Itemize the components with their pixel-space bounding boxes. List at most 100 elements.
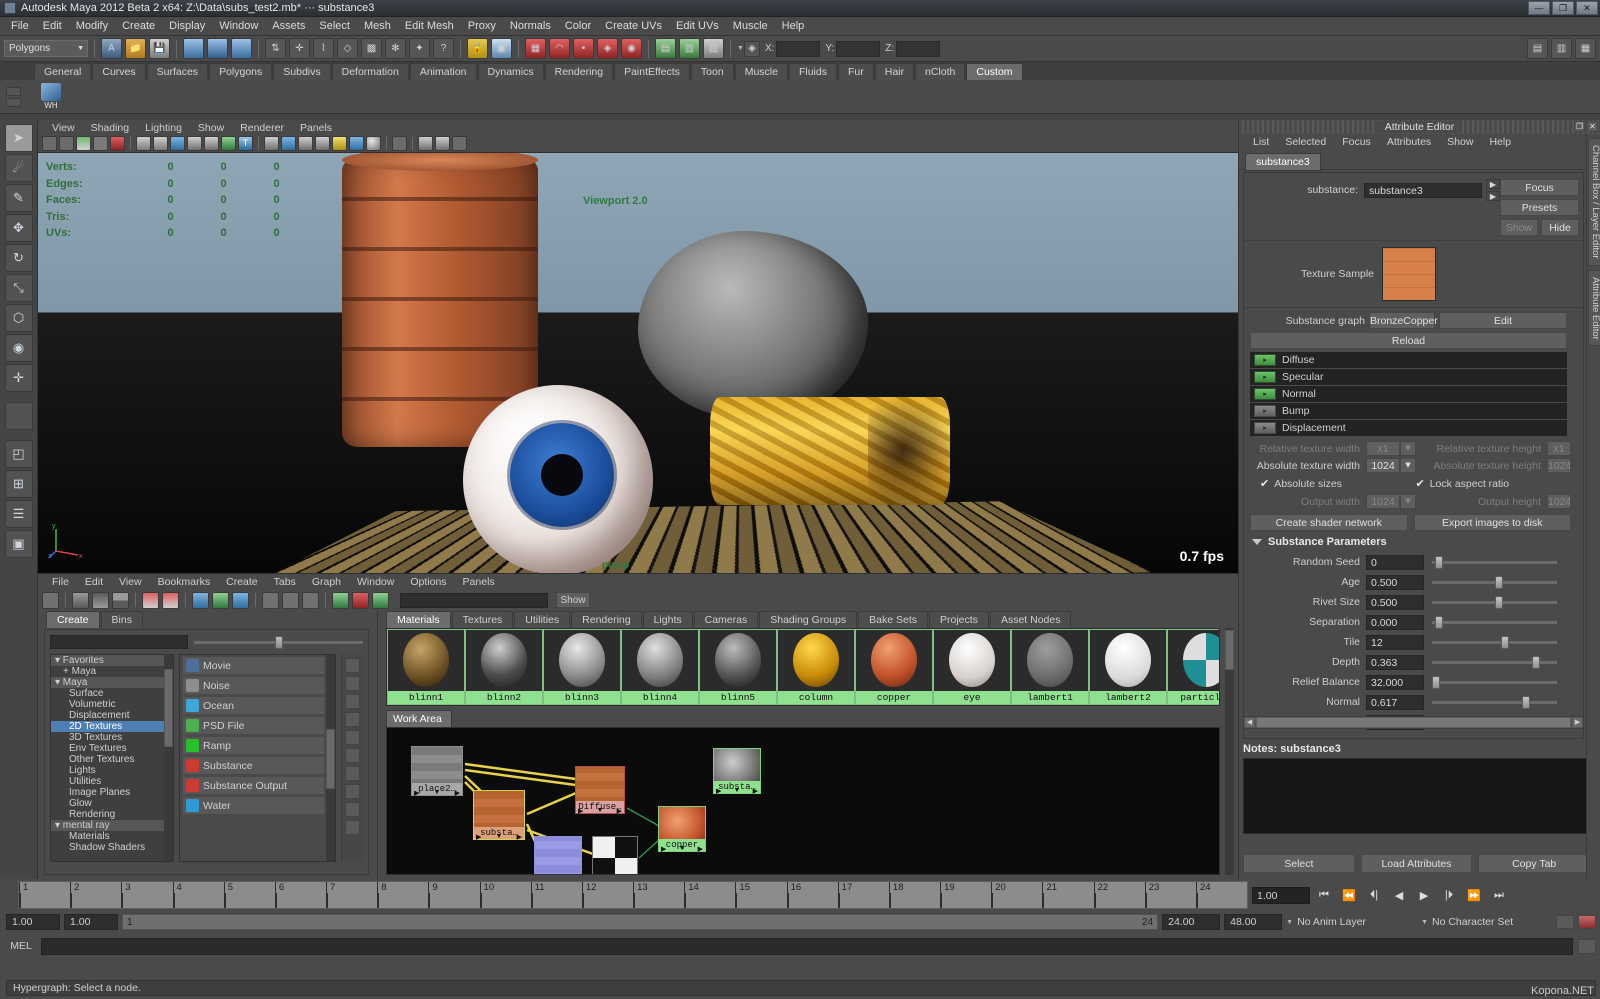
- material-swatch-lambert1[interactable]: lambert1: [1011, 629, 1089, 705]
- step-forward-keyframe-button[interactable]: ⏩: [1463, 886, 1485, 904]
- tree-item-utilities[interactable]: Utilities: [51, 776, 173, 787]
- create-filter-input[interactable]: [50, 635, 188, 649]
- rearrange-graph-icon[interactable]: [262, 591, 279, 609]
- node-output-port[interactable]: ▶: [753, 787, 758, 795]
- play-forwards-button[interactable]: ▶: [1413, 886, 1435, 904]
- show-downstream-icon[interactable]: [162, 591, 179, 609]
- parameter-value-separation[interactable]: 0.000: [1366, 614, 1424, 630]
- slider-knob[interactable]: [275, 635, 284, 649]
- shelf-tab-ncloth[interactable]: nCloth: [915, 63, 966, 80]
- node-output-port[interactable]: ▶: [455, 789, 460, 797]
- chevron-down-icon[interactable]: ▼: [1421, 919, 1428, 926]
- node-output-port[interactable]: ▶: [617, 807, 622, 815]
- layout-top-icon[interactable]: [72, 591, 89, 609]
- hypershade-menu-bookmarks[interactable]: Bookmarks: [150, 576, 219, 588]
- timeline-tick-3[interactable]: 3: [121, 882, 172, 908]
- browser-tab-shading-groups[interactable]: Shading Groups: [759, 611, 858, 628]
- outliner-persp-layout[interactable]: ☰: [4, 500, 33, 528]
- tree-item-materials[interactable]: Materials: [51, 831, 173, 842]
- scrollbar-thumb[interactable]: [326, 729, 335, 789]
- timeline-tick-8[interactable]: 8: [377, 882, 428, 908]
- parameter-slider-tile[interactable]: [1432, 635, 1557, 649]
- perspective-viewport[interactable]: Verts: 0 0 0 Edges: 0 0 0 Faces: 0 0 0 Tris: 0 0 0 UVs: 0…: [38, 153, 1238, 573]
- save-scene-button[interactable]: 💾: [149, 38, 170, 59]
- shelf-tab-rendering[interactable]: Rendering: [544, 63, 614, 80]
- presets-button[interactable]: Presets: [1500, 199, 1579, 216]
- relative-texture-width-value[interactable]: x1: [1366, 441, 1400, 456]
- remove-selected-icon[interactable]: [302, 591, 319, 609]
- create-tool-8-icon[interactable]: [345, 784, 360, 799]
- show-upstream-icon[interactable]: [142, 591, 159, 609]
- timeline-tick-17[interactable]: 17: [837, 882, 889, 908]
- lasso-select-tool[interactable]: ☄: [4, 154, 33, 182]
- script-editor-icon[interactable]: [1578, 938, 1596, 954]
- create-category-tree[interactable]: ▾ Favorites + Maya ▾ Maya Surface Volumetric…: [50, 654, 174, 862]
- timeline-tick-18[interactable]: 18: [888, 882, 940, 908]
- refresh-swatches-icon[interactable]: [352, 591, 369, 609]
- timeline-tick-5[interactable]: 5: [223, 882, 275, 908]
- hypershade-menu-view[interactable]: View: [111, 576, 150, 588]
- ae-menu-selected[interactable]: Selected: [1277, 136, 1334, 148]
- viewport-menu-lighting[interactable]: Lighting: [137, 122, 190, 134]
- material-swatch-blinn5[interactable]: blinn5: [699, 629, 777, 705]
- step-forward-frame-button[interactable]: |⏵: [1438, 886, 1460, 904]
- shelf-tab-toon[interactable]: Toon: [690, 63, 734, 80]
- menu-item-color[interactable]: Color: [558, 18, 598, 34]
- tree-item-displacement[interactable]: Displacement: [51, 710, 173, 721]
- playback-start-field[interactable]: 1.00: [64, 914, 118, 930]
- light-icon[interactable]: [332, 136, 347, 151]
- chevron-down-icon[interactable]: ▼: [1286, 919, 1293, 926]
- range-bar[interactable]: 1 24: [122, 914, 1159, 930]
- create-node-water[interactable]: Water: [182, 796, 325, 815]
- browser-tab-rendering[interactable]: Rendering: [571, 611, 642, 628]
- browser-tab-projects[interactable]: Projects: [929, 611, 989, 628]
- channel-toggle-bump[interactable]: ▸: [1254, 405, 1276, 417]
- material-swatch-blinn2[interactable]: blinn2: [465, 629, 543, 705]
- layout-split-icon[interactable]: [112, 591, 129, 609]
- tree-item-maya[interactable]: + Maya: [51, 666, 173, 677]
- browser-tab-textures[interactable]: Textures: [451, 611, 514, 628]
- parameter-value-relief-balance[interactable]: 32.000: [1366, 674, 1424, 690]
- snap-to-plane-button[interactable]: ◈: [597, 38, 618, 59]
- timeline-tick-1[interactable]: 1: [19, 882, 70, 908]
- menu-item-muscle[interactable]: Muscle: [726, 18, 775, 34]
- xray-joints-icon[interactable]: [418, 136, 433, 151]
- lock-camera-icon[interactable]: [59, 136, 74, 151]
- material-swatch-lambert2[interactable]: lambert2: [1089, 629, 1167, 705]
- mask-curves-button[interactable]: ⌇: [313, 38, 334, 59]
- hypershade-menu-edit[interactable]: Edit: [77, 576, 111, 588]
- snap-to-grid-button[interactable]: ▦: [525, 38, 546, 59]
- timeline-tick-15[interactable]: 15: [735, 882, 786, 908]
- parameter-value-depth[interactable]: 0.363: [1366, 654, 1424, 670]
- absolute-transform-button[interactable]: ◈: [743, 40, 760, 57]
- tree-item-volumetric[interactable]: Volumetric: [51, 699, 173, 710]
- clear-graph-icon[interactable]: [42, 591, 59, 609]
- create-node-ocean[interactable]: Ocean: [182, 696, 325, 715]
- scale-tool[interactable]: ⤡: [4, 274, 33, 302]
- select-by-component-button[interactable]: [231, 38, 252, 59]
- material-swatch-strip[interactable]: blinn1 blinn2 blinn3 blinn4 blinn5 column copp…: [386, 628, 1220, 706]
- mask-deformations-button[interactable]: ▩: [361, 38, 382, 59]
- shelf-overflow-button[interactable]: [6, 97, 21, 107]
- check-icon[interactable]: ✔: [1260, 477, 1269, 490]
- mask-handle-button[interactable]: ⇅: [265, 38, 286, 59]
- timeline-tick-12[interactable]: 12: [581, 882, 633, 908]
- menu-item-mesh[interactable]: Mesh: [357, 18, 398, 34]
- render-view-button[interactable]: ▤: [655, 38, 676, 59]
- timeline-tick-19[interactable]: 19: [940, 882, 991, 908]
- scroll-left-icon[interactable]: ◀: [1244, 717, 1255, 728]
- shadows-icon[interactable]: [298, 136, 313, 151]
- timeline-tick-11[interactable]: 11: [530, 882, 582, 908]
- tree-item-other-textures[interactable]: Other Textures: [51, 754, 173, 765]
- menu-item-create[interactable]: Create: [115, 18, 162, 34]
- menu-item-window[interactable]: Window: [212, 18, 265, 34]
- use-default-material-icon[interactable]: T: [238, 136, 253, 151]
- create-tool-3-icon[interactable]: [345, 694, 360, 709]
- node-menu-port[interactable]: ▼: [496, 833, 503, 840]
- shelf-tab-general[interactable]: General: [34, 63, 92, 80]
- playback-end-field[interactable]: 24.00: [1162, 914, 1221, 930]
- show-channel-box-button[interactable]: ▦: [1575, 38, 1596, 59]
- browser-tab-materials[interactable]: Materials: [386, 611, 451, 628]
- slider-knob[interactable]: [1494, 575, 1503, 589]
- node-output-port[interactable]: ▶: [517, 833, 522, 841]
